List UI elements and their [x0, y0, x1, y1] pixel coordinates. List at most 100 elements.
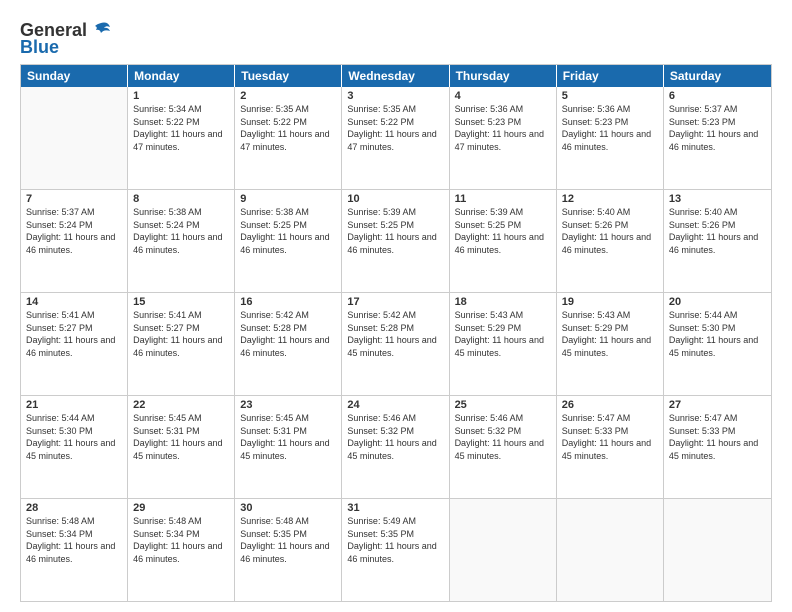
week-row-4: 21 Sunrise: 5:44 AMSunset: 5:30 PMDaylig… [21, 396, 771, 499]
day-number: 6 [669, 90, 766, 102]
cal-cell-0-0 [21, 87, 128, 189]
day-number: 15 [133, 296, 229, 308]
cal-cell-3-3: 24 Sunrise: 5:46 AMSunset: 5:32 PMDaylig… [342, 396, 449, 498]
cal-cell-3-0: 21 Sunrise: 5:44 AMSunset: 5:30 PMDaylig… [21, 396, 128, 498]
cal-cell-0-6: 6 Sunrise: 5:37 AMSunset: 5:23 PMDayligh… [664, 87, 771, 189]
header-day-friday: Friday [557, 65, 664, 87]
cal-cell-2-0: 14 Sunrise: 5:41 AMSunset: 5:27 PMDaylig… [21, 293, 128, 395]
day-info: Sunrise: 5:38 AMSunset: 5:24 PMDaylight:… [133, 207, 222, 255]
header-day-tuesday: Tuesday [235, 65, 342, 87]
header-day-monday: Monday [128, 65, 235, 87]
cal-cell-0-1: 1 Sunrise: 5:34 AMSunset: 5:22 PMDayligh… [128, 87, 235, 189]
day-number: 26 [562, 399, 658, 411]
cal-cell-4-1: 29 Sunrise: 5:48 AMSunset: 5:34 PMDaylig… [128, 499, 235, 601]
week-row-5: 28 Sunrise: 5:48 AMSunset: 5:34 PMDaylig… [21, 499, 771, 601]
day-info: Sunrise: 5:45 AMSunset: 5:31 PMDaylight:… [133, 413, 222, 461]
day-number: 1 [133, 90, 229, 102]
cal-cell-4-0: 28 Sunrise: 5:48 AMSunset: 5:34 PMDaylig… [21, 499, 128, 601]
header-day-sunday: Sunday [21, 65, 128, 87]
cal-cell-1-6: 13 Sunrise: 5:40 AMSunset: 5:26 PMDaylig… [664, 190, 771, 292]
week-row-1: 1 Sunrise: 5:34 AMSunset: 5:22 PMDayligh… [21, 87, 771, 190]
day-number: 23 [240, 399, 336, 411]
cal-cell-2-6: 20 Sunrise: 5:44 AMSunset: 5:30 PMDaylig… [664, 293, 771, 395]
day-number: 17 [347, 296, 443, 308]
day-info: Sunrise: 5:37 AMSunset: 5:24 PMDaylight:… [26, 207, 115, 255]
cal-cell-2-2: 16 Sunrise: 5:42 AMSunset: 5:28 PMDaylig… [235, 293, 342, 395]
day-number: 31 [347, 502, 443, 514]
page: General Blue SundayMondayTuesdayWednesda… [0, 0, 792, 612]
day-number: 29 [133, 502, 229, 514]
day-info: Sunrise: 5:40 AMSunset: 5:26 PMDaylight:… [669, 207, 758, 255]
day-number: 19 [562, 296, 658, 308]
cal-cell-2-3: 17 Sunrise: 5:42 AMSunset: 5:28 PMDaylig… [342, 293, 449, 395]
cal-cell-3-5: 26 Sunrise: 5:47 AMSunset: 5:33 PMDaylig… [557, 396, 664, 498]
day-info: Sunrise: 5:42 AMSunset: 5:28 PMDaylight:… [347, 310, 436, 358]
day-number: 4 [455, 90, 551, 102]
calendar: SundayMondayTuesdayWednesdayThursdayFrid… [20, 64, 772, 602]
day-info: Sunrise: 5:45 AMSunset: 5:31 PMDaylight:… [240, 413, 329, 461]
day-info: Sunrise: 5:44 AMSunset: 5:30 PMDaylight:… [26, 413, 115, 461]
day-info: Sunrise: 5:39 AMSunset: 5:25 PMDaylight:… [347, 207, 436, 255]
day-info: Sunrise: 5:43 AMSunset: 5:29 PMDaylight:… [455, 310, 544, 358]
day-info: Sunrise: 5:36 AMSunset: 5:23 PMDaylight:… [455, 104, 544, 152]
day-info: Sunrise: 5:46 AMSunset: 5:32 PMDaylight:… [455, 413, 544, 461]
cal-cell-3-6: 27 Sunrise: 5:47 AMSunset: 5:33 PMDaylig… [664, 396, 771, 498]
logo-blue: Blue [20, 37, 59, 58]
day-number: 8 [133, 193, 229, 205]
day-number: 22 [133, 399, 229, 411]
day-number: 18 [455, 296, 551, 308]
cal-cell-2-5: 19 Sunrise: 5:43 AMSunset: 5:29 PMDaylig… [557, 293, 664, 395]
day-number: 27 [669, 399, 766, 411]
day-number: 13 [669, 193, 766, 205]
cal-cell-2-4: 18 Sunrise: 5:43 AMSunset: 5:29 PMDaylig… [450, 293, 557, 395]
day-number: 20 [669, 296, 766, 308]
cal-cell-1-2: 9 Sunrise: 5:38 AMSunset: 5:25 PMDayligh… [235, 190, 342, 292]
day-number: 12 [562, 193, 658, 205]
cal-cell-1-4: 11 Sunrise: 5:39 AMSunset: 5:25 PMDaylig… [450, 190, 557, 292]
day-number: 28 [26, 502, 122, 514]
cal-cell-2-1: 15 Sunrise: 5:41 AMSunset: 5:27 PMDaylig… [128, 293, 235, 395]
day-info: Sunrise: 5:46 AMSunset: 5:32 PMDaylight:… [347, 413, 436, 461]
cal-cell-1-0: 7 Sunrise: 5:37 AMSunset: 5:24 PMDayligh… [21, 190, 128, 292]
day-info: Sunrise: 5:35 AMSunset: 5:22 PMDaylight:… [240, 104, 329, 152]
cal-cell-0-4: 4 Sunrise: 5:36 AMSunset: 5:23 PMDayligh… [450, 87, 557, 189]
cal-cell-4-2: 30 Sunrise: 5:48 AMSunset: 5:35 PMDaylig… [235, 499, 342, 601]
day-number: 3 [347, 90, 443, 102]
logo: General Blue [20, 20, 112, 58]
header-day-wednesday: Wednesday [342, 65, 449, 87]
day-number: 25 [455, 399, 551, 411]
day-info: Sunrise: 5:47 AMSunset: 5:33 PMDaylight:… [669, 413, 758, 461]
day-info: Sunrise: 5:47 AMSunset: 5:33 PMDaylight:… [562, 413, 651, 461]
day-info: Sunrise: 5:37 AMSunset: 5:23 PMDaylight:… [669, 104, 758, 152]
day-number: 14 [26, 296, 122, 308]
day-number: 24 [347, 399, 443, 411]
day-info: Sunrise: 5:41 AMSunset: 5:27 PMDaylight:… [26, 310, 115, 358]
day-info: Sunrise: 5:44 AMSunset: 5:30 PMDaylight:… [669, 310, 758, 358]
day-info: Sunrise: 5:43 AMSunset: 5:29 PMDaylight:… [562, 310, 651, 358]
day-number: 9 [240, 193, 336, 205]
day-number: 7 [26, 193, 122, 205]
header: General Blue [20, 16, 772, 58]
cal-cell-1-1: 8 Sunrise: 5:38 AMSunset: 5:24 PMDayligh… [128, 190, 235, 292]
cal-cell-1-5: 12 Sunrise: 5:40 AMSunset: 5:26 PMDaylig… [557, 190, 664, 292]
cal-cell-0-5: 5 Sunrise: 5:36 AMSunset: 5:23 PMDayligh… [557, 87, 664, 189]
cal-cell-3-1: 22 Sunrise: 5:45 AMSunset: 5:31 PMDaylig… [128, 396, 235, 498]
cal-cell-3-4: 25 Sunrise: 5:46 AMSunset: 5:32 PMDaylig… [450, 396, 557, 498]
day-info: Sunrise: 5:48 AMSunset: 5:34 PMDaylight:… [133, 516, 222, 564]
header-day-thursday: Thursday [450, 65, 557, 87]
day-info: Sunrise: 5:38 AMSunset: 5:25 PMDaylight:… [240, 207, 329, 255]
day-info: Sunrise: 5:39 AMSunset: 5:25 PMDaylight:… [455, 207, 544, 255]
day-info: Sunrise: 5:34 AMSunset: 5:22 PMDaylight:… [133, 104, 222, 152]
cal-cell-0-3: 3 Sunrise: 5:35 AMSunset: 5:22 PMDayligh… [342, 87, 449, 189]
cal-cell-0-2: 2 Sunrise: 5:35 AMSunset: 5:22 PMDayligh… [235, 87, 342, 189]
cal-cell-4-3: 31 Sunrise: 5:49 AMSunset: 5:35 PMDaylig… [342, 499, 449, 601]
calendar-header-row: SundayMondayTuesdayWednesdayThursdayFrid… [21, 65, 771, 87]
day-number: 10 [347, 193, 443, 205]
day-number: 2 [240, 90, 336, 102]
calendar-body: 1 Sunrise: 5:34 AMSunset: 5:22 PMDayligh… [21, 87, 771, 601]
day-number: 5 [562, 90, 658, 102]
cal-cell-3-2: 23 Sunrise: 5:45 AMSunset: 5:31 PMDaylig… [235, 396, 342, 498]
cal-cell-4-4 [450, 499, 557, 601]
day-info: Sunrise: 5:49 AMSunset: 5:35 PMDaylight:… [347, 516, 436, 564]
day-info: Sunrise: 5:48 AMSunset: 5:35 PMDaylight:… [240, 516, 329, 564]
